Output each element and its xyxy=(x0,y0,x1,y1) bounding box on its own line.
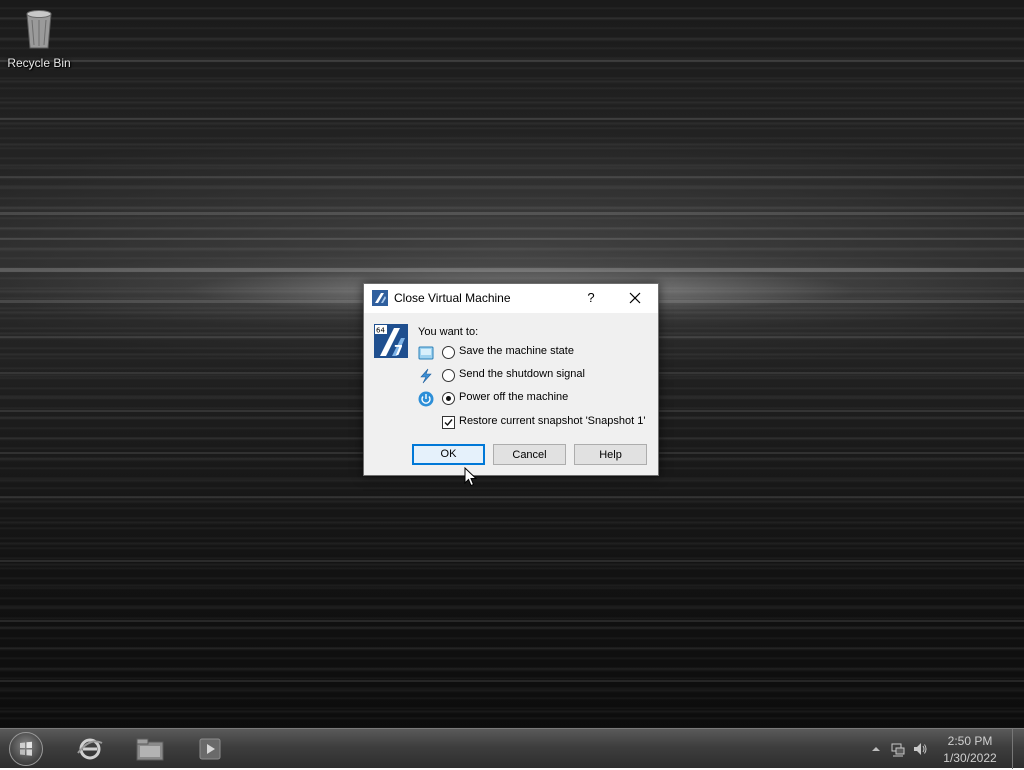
save-state-icon xyxy=(418,346,434,360)
close-icon xyxy=(629,292,641,304)
cancel-button[interactable]: Cancel xyxy=(493,444,566,465)
dialog-titlebar[interactable]: Close Virtual Machine ? xyxy=(364,284,658,313)
option-save-state[interactable]: Save the machine state xyxy=(418,344,648,362)
clock-date[interactable]: 1/30/2022 xyxy=(932,751,1008,765)
windows7-64-os-icon: 64 7 xyxy=(374,324,408,358)
wallpaper-streak xyxy=(0,268,1024,272)
close-vm-dialog: Close Virtual Machine ? 64 7 You want to… xyxy=(363,283,659,476)
restore-snapshot-option[interactable]: Restore current snapshot 'Snapshot 1' xyxy=(442,415,657,431)
power-off-icon xyxy=(418,391,434,407)
wallpaper-streak xyxy=(0,60,1024,62)
prompt-label: You want to: xyxy=(418,326,479,338)
virtualbox-vm-icon xyxy=(372,290,388,306)
recycle-bin-icon xyxy=(26,10,52,49)
windows-logo-icon xyxy=(20,741,32,756)
wallpaper-streak xyxy=(0,176,1024,178)
wallpaper-streak xyxy=(0,212,1024,215)
power-off-radio[interactable] xyxy=(442,392,455,405)
wallpaper-streak xyxy=(0,238,1024,240)
media-player-icon xyxy=(199,738,221,760)
close-button[interactable] xyxy=(622,288,648,308)
recycle-bin-label: Recycle Bin xyxy=(7,56,71,70)
power-off-label: Power off the machine xyxy=(459,391,569,403)
system-tray: 2:50 PM 1/30/2022 xyxy=(866,729,1024,769)
help-button[interactable]: Help xyxy=(574,444,647,465)
checkmark-icon xyxy=(444,419,453,427)
wallpaper-streak xyxy=(0,680,1024,682)
save-state-label: Save the machine state xyxy=(459,345,574,357)
taskbar-media-player[interactable] xyxy=(194,733,226,765)
wallpaper-streak xyxy=(0,118,1024,120)
clock-time[interactable]: 2:50 PM xyxy=(932,734,1008,748)
mouse-pointer-icon xyxy=(464,467,478,487)
taskbar-internet-explorer[interactable] xyxy=(74,733,106,765)
show-desktop-button[interactable] xyxy=(1012,729,1024,769)
restore-snapshot-checkbox[interactable] xyxy=(442,416,455,429)
restore-snapshot-label: Restore current snapshot 'Snapshot 1' xyxy=(459,415,646,427)
show-hidden-icons-icon[interactable] xyxy=(868,741,884,757)
option-shutdown-signal[interactable]: Send the shutdown signal xyxy=(418,367,648,385)
network-icon[interactable] xyxy=(890,741,906,757)
volume-icon[interactable] xyxy=(912,741,928,757)
save-state-radio[interactable] xyxy=(442,346,455,359)
shutdown-signal-radio[interactable] xyxy=(442,369,455,382)
wallpaper-streak xyxy=(0,496,1024,498)
start-button[interactable] xyxy=(9,732,43,766)
option-power-off[interactable]: Power off the machine xyxy=(418,390,648,408)
wallpaper-streak xyxy=(0,560,1024,562)
internet-explorer-icon xyxy=(77,738,103,760)
help-question-button[interactable]: ? xyxy=(580,288,602,308)
svg-text:64: 64 xyxy=(376,327,385,335)
taskbar-file-explorer[interactable] xyxy=(134,733,166,765)
ok-button[interactable]: OK xyxy=(412,444,485,465)
file-explorer-icon xyxy=(136,738,164,761)
wallpaper-streak xyxy=(0,620,1024,622)
shutdown-signal-icon xyxy=(420,368,432,384)
svg-text:7: 7 xyxy=(394,344,403,358)
shutdown-signal-label: Send the shutdown signal xyxy=(459,368,585,380)
taskbar: 2:50 PM 1/30/2022 xyxy=(0,728,1024,769)
desktop-icon-recycle-bin[interactable]: Recycle Bin xyxy=(4,6,74,76)
dialog-title: Close Virtual Machine xyxy=(394,291,511,305)
